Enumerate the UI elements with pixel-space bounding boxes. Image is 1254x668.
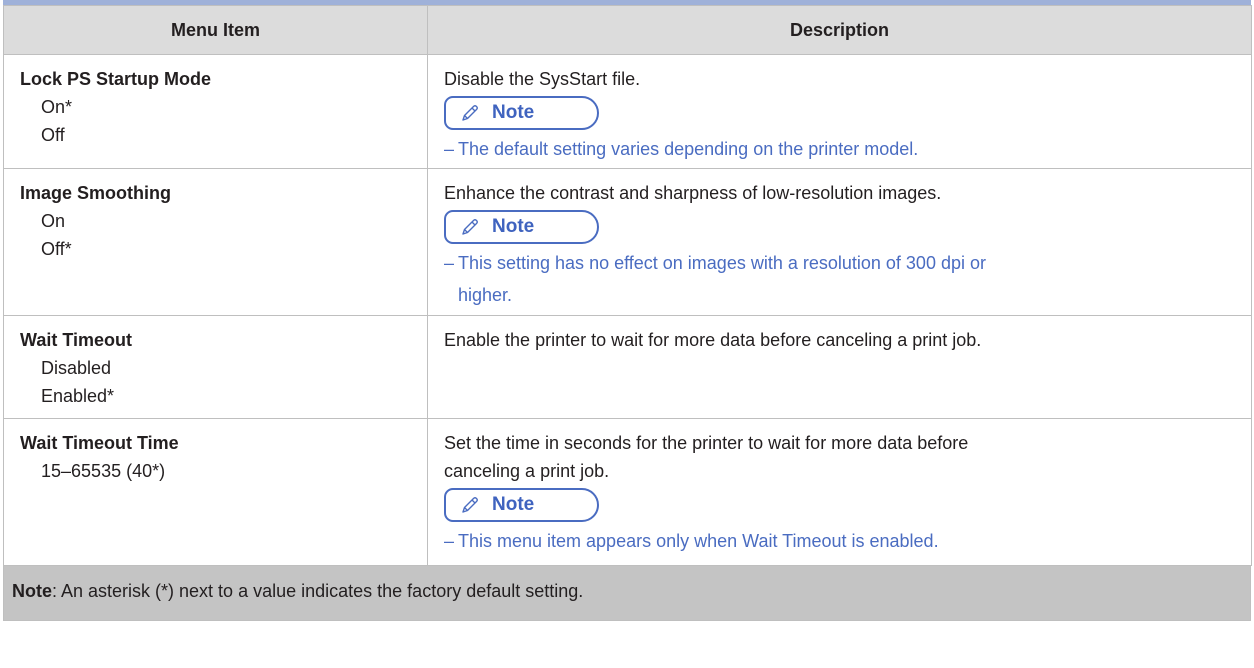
note-dash: – xyxy=(444,253,455,273)
note-line: The default setting varies depending on … xyxy=(458,139,919,159)
menu-item-name: Image Smoothing xyxy=(20,183,172,203)
description-text: Set the time in seconds for the printer … xyxy=(444,433,969,453)
menu-item-cell: Lock PS Startup Mode On* Off xyxy=(3,54,428,169)
note-line: This menu item appears only when Wait Ti… xyxy=(458,531,939,551)
description-text: Enable the printer to wait for more data… xyxy=(444,330,982,350)
column-header-menu-item: Menu Item xyxy=(3,5,428,55)
menu-item-option: On* xyxy=(41,97,73,117)
menu-settings-table: Menu Item Description Lock PS Startup Mo… xyxy=(3,5,1252,566)
pencil-icon xyxy=(462,219,478,235)
note-dash: – xyxy=(444,139,455,159)
table-header-row: Menu Item Description xyxy=(3,5,1252,55)
menu-settings-document: Menu Item Description Lock PS Startup Mo… xyxy=(3,0,1252,621)
note-text: – The default setting varies depending on… xyxy=(444,133,1239,165)
table-row: Wait Timeout Time 15–65535 (40*) Set the… xyxy=(3,418,1252,566)
note-text: – This menu item appears only when Wait T… xyxy=(444,525,1239,557)
note-dash: – xyxy=(444,531,455,551)
footer-note-label: Note xyxy=(12,581,52,601)
menu-item-option: Off* xyxy=(41,239,72,259)
menu-item-option: Off xyxy=(41,125,65,145)
description-text: Disable the SysStart file. xyxy=(444,69,641,89)
note-text: – This setting has no effect on images wi… xyxy=(444,247,1239,311)
menu-item-option: Disabled xyxy=(41,358,112,378)
menu-item-cell: Image Smoothing On Off* xyxy=(3,168,428,316)
menu-item-name: Wait Timeout Time xyxy=(20,433,179,453)
note-badge-label: Note xyxy=(492,216,535,237)
note-badge: Note xyxy=(444,96,599,130)
menu-item-option: Enabled* xyxy=(41,386,115,406)
note-badge: Note xyxy=(444,488,599,522)
pencil-icon xyxy=(462,497,478,513)
note-badge: Note xyxy=(444,210,599,244)
footer-note-text: : An asterisk (*) next to a value indica… xyxy=(52,581,584,601)
menu-item-name: Wait Timeout xyxy=(20,330,132,350)
table-row: Image Smoothing On Off* Enhance the cont… xyxy=(3,168,1252,316)
note-badge-label: Note xyxy=(492,102,535,123)
description-text: Enhance the contrast and sharpness of lo… xyxy=(444,183,942,203)
table-footer-note: Note: An asterisk (*) next to a value in… xyxy=(3,566,1251,621)
menu-item-cell: Wait Timeout Time 15–65535 (40*) xyxy=(3,418,428,566)
column-header-description: Description xyxy=(427,5,1252,55)
description-cell: Set the time in seconds for the printer … xyxy=(427,418,1252,566)
note-line-continued: higher. xyxy=(458,285,513,305)
description-cell: Disable the SysStart file. Note – The def… xyxy=(427,54,1252,169)
description-cell: Enhance the contrast and sharpness of lo… xyxy=(427,168,1252,316)
note-badge-label: Note xyxy=(492,494,535,515)
pencil-icon xyxy=(462,105,478,121)
description-text: canceling a print job. xyxy=(444,461,610,481)
note-line: This setting has no effect on images wit… xyxy=(458,253,986,273)
menu-item-name: Lock PS Startup Mode xyxy=(20,69,212,89)
menu-item-option: On xyxy=(41,211,66,231)
table-row: Lock PS Startup Mode On* Off Disable the… xyxy=(3,54,1252,169)
description-cell: Enable the printer to wait for more data… xyxy=(427,315,1252,419)
menu-item-cell: Wait Timeout Disabled Enabled* xyxy=(3,315,428,419)
menu-item-option: 15–65535 (40*) xyxy=(41,461,166,481)
table-row: Wait Timeout Disabled Enabled* Enable th… xyxy=(3,315,1252,419)
